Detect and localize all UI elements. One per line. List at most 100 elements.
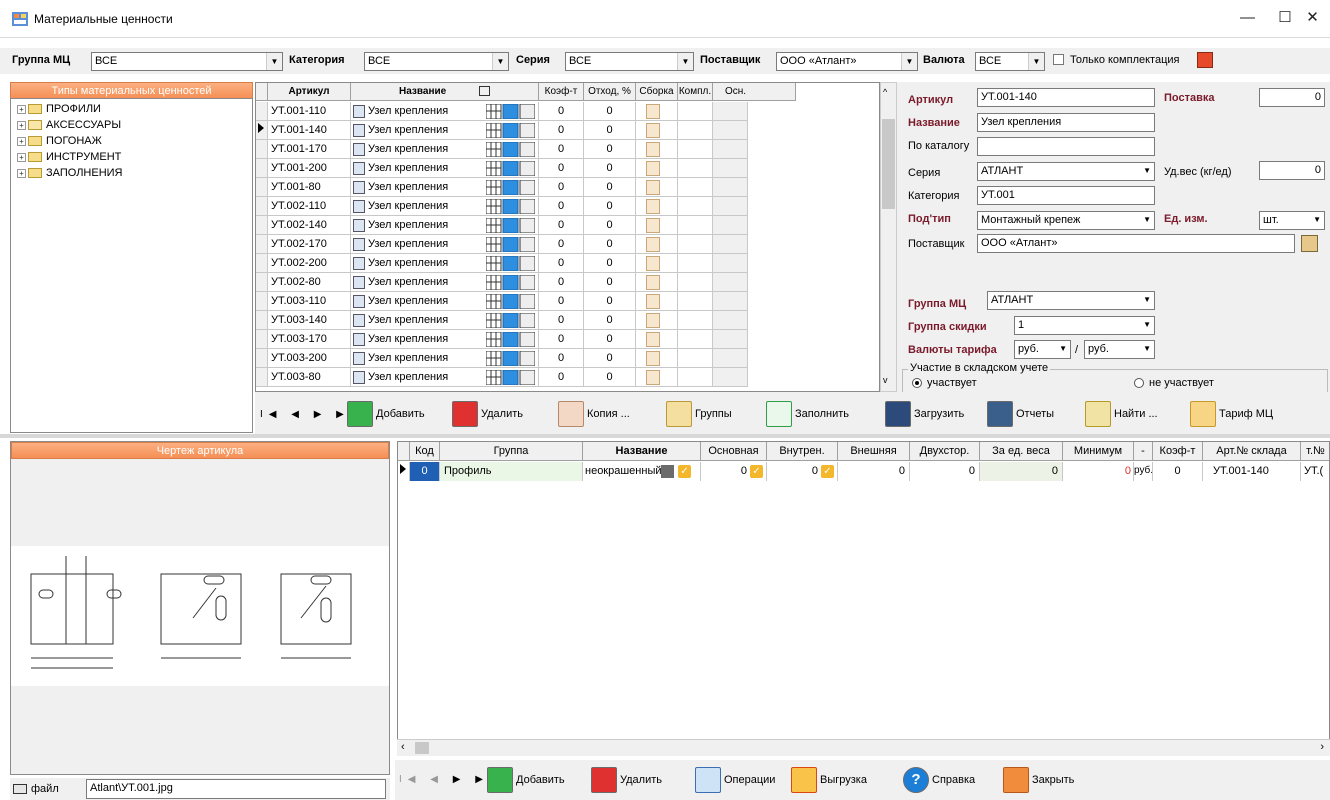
wrench-icon[interactable] [646, 275, 660, 290]
file-path-field[interactable]: Atlant\УТ.001.jpg [86, 779, 386, 799]
col-koef2[interactable]: Коэф-т [1153, 442, 1203, 461]
row-koef[interactable]: 0 [539, 102, 584, 121]
row-kit[interactable] [678, 216, 713, 235]
col-minimum[interactable]: Минимум [1063, 442, 1134, 461]
row-koef[interactable]: 0 [539, 216, 584, 235]
table-row[interactable]: УТ.003-80 Узел крепления 0 0 [256, 368, 796, 387]
weight-field[interactable]: 0 [1259, 161, 1325, 180]
series-select[interactable]: АТЛАНТ ▼ [977, 162, 1155, 181]
row-article[interactable]: УТ.002-140 [268, 216, 351, 235]
row-assembly[interactable] [636, 178, 678, 197]
row-assembly[interactable] [636, 349, 678, 368]
row-waste[interactable]: 0 [584, 254, 636, 273]
row-waste[interactable]: 0 [584, 330, 636, 349]
grid-scrollbar[interactable]: ^ v [880, 82, 897, 392]
table-row[interactable]: УТ.002-200 Узел крепления 0 0 [256, 254, 796, 273]
table-row[interactable]: УТ.003-110 Узел крепления 0 0 [256, 292, 796, 311]
table-row[interactable]: УТ.002-80 Узел крепления 0 0 [256, 273, 796, 292]
row-name[interactable]: Узел крепления [351, 349, 539, 368]
col-dash[interactable]: - [1134, 442, 1153, 461]
row-kit[interactable] [678, 330, 713, 349]
table-row[interactable]: УТ.002-170 Узел крепления 0 0 [256, 235, 796, 254]
check-icon[interactable]: ✓ [821, 464, 834, 478]
row-article[interactable]: УТ.002-200 [268, 254, 351, 273]
col-main2[interactable]: Основная [701, 442, 767, 461]
row-koef[interactable]: 0 [1153, 462, 1203, 481]
row-main-flag[interactable] [713, 102, 748, 121]
wrench-icon[interactable] [646, 142, 660, 157]
row-kit[interactable] [678, 140, 713, 159]
col-article[interactable]: Артикул [268, 83, 351, 101]
help-button[interactable]: ? Справка [903, 766, 975, 794]
row-action-icons[interactable] [486, 237, 535, 252]
mc-group-select[interactable]: АТЛАНТ ▼ [987, 291, 1155, 310]
scroll-right-icon[interactable]: › [1320, 741, 1324, 753]
wrench-icon[interactable] [646, 123, 660, 138]
row-assembly[interactable] [636, 102, 678, 121]
row-waste[interactable]: 0 [584, 292, 636, 311]
row-kit[interactable] [678, 235, 713, 254]
row-koef[interactable]: 0 [539, 368, 584, 387]
row-article[interactable]: УТ.002-80 [268, 273, 351, 292]
row-name[interactable]: Узел крепления [351, 197, 539, 216]
row-waste[interactable]: 0 [584, 102, 636, 121]
row-waste[interactable]: 0 [584, 178, 636, 197]
category-filter-select[interactable]: ВСЕ ▼ [364, 52, 509, 71]
row-name[interactable]: Узел крепления [351, 311, 539, 330]
export-button[interactable]: Выгрузка [791, 766, 867, 794]
add-group-button[interactable]: Добавить [487, 766, 565, 794]
wrench-icon[interactable] [646, 256, 660, 271]
row-waste[interactable]: 0 [584, 159, 636, 178]
col-inner[interactable]: Внутрен. [767, 442, 838, 461]
expand-icon[interactable]: + [17, 120, 26, 130]
row-action-icons[interactable] [486, 294, 535, 309]
col-kit[interactable]: Компл. [678, 83, 713, 101]
row-main-flag[interactable] [713, 349, 748, 368]
row-assembly[interactable] [636, 121, 678, 140]
close-form-button[interactable]: Закрыть [1003, 766, 1074, 794]
supply-field[interactable]: 0 [1259, 88, 1325, 107]
table-row[interactable]: УТ.002-140 Узел крепления 0 0 [256, 216, 796, 235]
scroll-up-icon[interactable]: ^ [883, 87, 887, 97]
record-navigator-2[interactable]: I◀ ◀ ▶ ▶I [399, 774, 498, 785]
row-main-flag[interactable] [713, 330, 748, 349]
row-assembly[interactable] [636, 140, 678, 159]
currency-filter-select[interactable]: ВСЕ ▼ [975, 52, 1045, 71]
row-waste[interactable]: 0 [584, 197, 636, 216]
reports-button[interactable]: Отчеты [987, 400, 1054, 428]
supplier-filter-select[interactable]: ООО «Атлант» ▼ [776, 52, 918, 71]
row-assembly[interactable] [636, 254, 678, 273]
wrench-icon[interactable] [646, 199, 660, 214]
row-kit[interactable] [678, 197, 713, 216]
row-name[interactable]: Узел крепления [351, 159, 539, 178]
col-waste[interactable]: Отход, % [584, 83, 636, 101]
row-koef[interactable]: 0 [539, 292, 584, 311]
col-warehouse-art[interactable]: Арт.№ склада [1203, 442, 1301, 461]
row-name[interactable]: Узел крепления [351, 292, 539, 311]
row-action-icons[interactable] [486, 313, 535, 328]
row-main-flag[interactable] [713, 368, 748, 387]
row-name[interactable]: Узел крепления [351, 273, 539, 292]
hscroll-thumb[interactable] [415, 742, 429, 754]
table-row[interactable]: УТ.002-110 Узел крепления 0 0 [256, 197, 796, 216]
row-article[interactable]: УТ.001-110 [268, 102, 351, 121]
row-article[interactable]: УТ.003-80 [268, 368, 351, 387]
expand-icon[interactable]: + [17, 152, 26, 162]
col-tn[interactable]: т.№ [1301, 442, 1329, 461]
row-name[interactable]: Узел крепления [351, 235, 539, 254]
row-main-flag[interactable] [713, 159, 748, 178]
row-assembly[interactable] [636, 311, 678, 330]
tree-item-fillings[interactable]: + ЗАПОЛНЕНИЯ [17, 167, 123, 182]
row-action-icons[interactable] [486, 218, 535, 233]
tariff-button[interactable]: Тариф МЦ [1190, 400, 1273, 428]
col-code[interactable]: Код [410, 442, 440, 461]
row-name[interactable]: Узел крепления [351, 216, 539, 235]
row-waste[interactable]: 0 [584, 368, 636, 387]
row-warehouse-art[interactable]: УТ.001-140 [1203, 462, 1301, 481]
articles-grid[interactable]: Артикул Название Коэф-т Отход, % Сборка … [255, 82, 880, 392]
row-waste[interactable]: 0 [584, 349, 636, 368]
row-action-icons[interactable] [486, 123, 535, 138]
tree-item-molding[interactable]: + ПОГОНАЖ [17, 135, 102, 150]
scroll-down-icon[interactable]: v [883, 375, 888, 385]
row-action-icons[interactable] [486, 256, 535, 271]
